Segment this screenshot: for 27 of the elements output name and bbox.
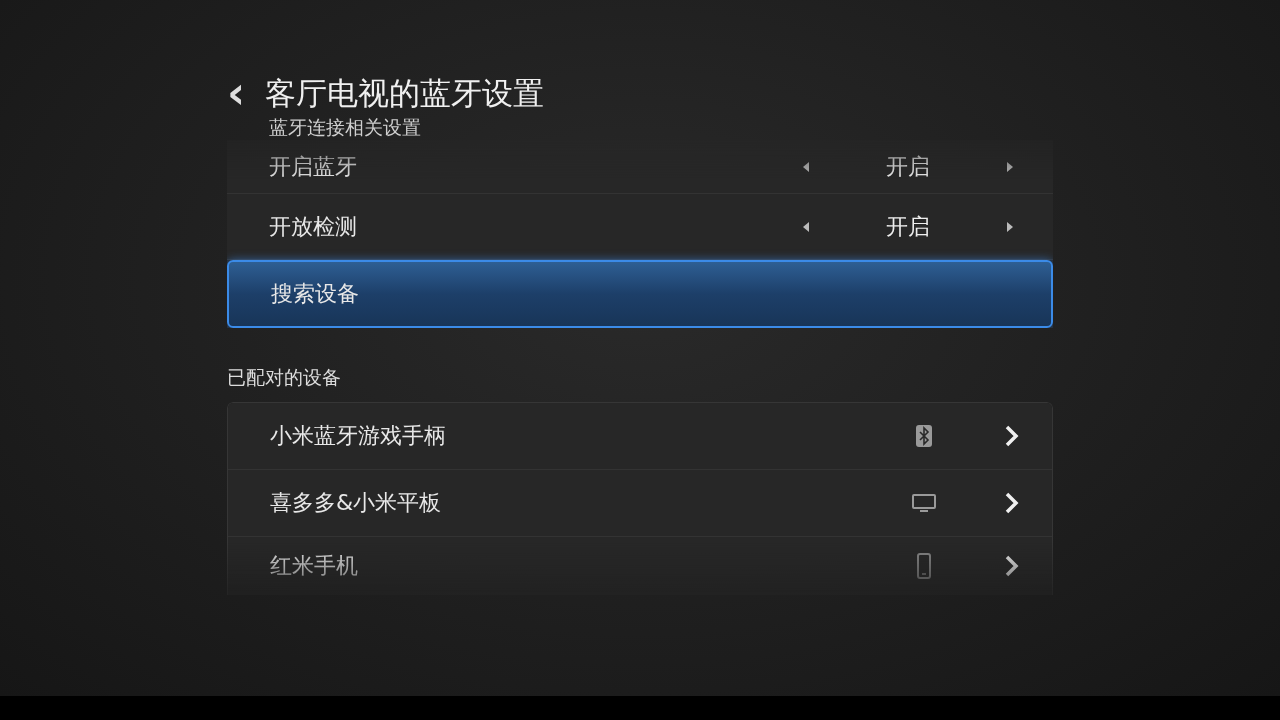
monitor-icon <box>911 493 937 513</box>
device-row[interactable]: 喜多多&小米平板 <box>228 470 1052 537</box>
setting-label: 搜索设备 <box>271 280 360 308</box>
device-row[interactable]: 小米蓝牙游戏手柄 <box>228 403 1052 470</box>
device-row[interactable]: 红米手机 <box>228 537 1052 595</box>
left-arrow-icon[interactable] <box>803 161 809 172</box>
device-name: 小米蓝牙游戏手柄 <box>270 422 447 450</box>
setting-label: 开放检测 <box>269 212 358 241</box>
phone-icon <box>916 553 932 579</box>
left-arrow-icon[interactable] <box>803 221 809 232</box>
page-subtitle: 蓝牙连接相关设置 <box>269 115 422 140</box>
chevron-right-icon[interactable] <box>1004 554 1020 578</box>
chevron-right-icon[interactable] <box>1004 424 1020 448</box>
setting-value: 开启 <box>885 212 931 241</box>
bluetooth-icon <box>915 424 933 448</box>
setting-value: 开启 <box>885 152 931 181</box>
page-title: 客厅电视的蓝牙设置 <box>265 74 544 113</box>
device-name: 红米手机 <box>270 552 359 580</box>
chevron-right-icon[interactable] <box>1004 491 1020 515</box>
right-arrow-icon[interactable] <box>1007 161 1013 172</box>
back-icon[interactable]: ‹ <box>221 73 251 113</box>
device-name: 喜多多&小米平板 <box>270 489 443 517</box>
setting-row[interactable]: 搜索设备 <box>227 260 1053 328</box>
section-title: 已配对的设备 <box>227 365 342 390</box>
setting-row[interactable]: 开放检测 开启 <box>227 194 1053 260</box>
setting-label: 开启蓝牙 <box>269 152 358 181</box>
right-arrow-icon[interactable] <box>1007 221 1013 232</box>
